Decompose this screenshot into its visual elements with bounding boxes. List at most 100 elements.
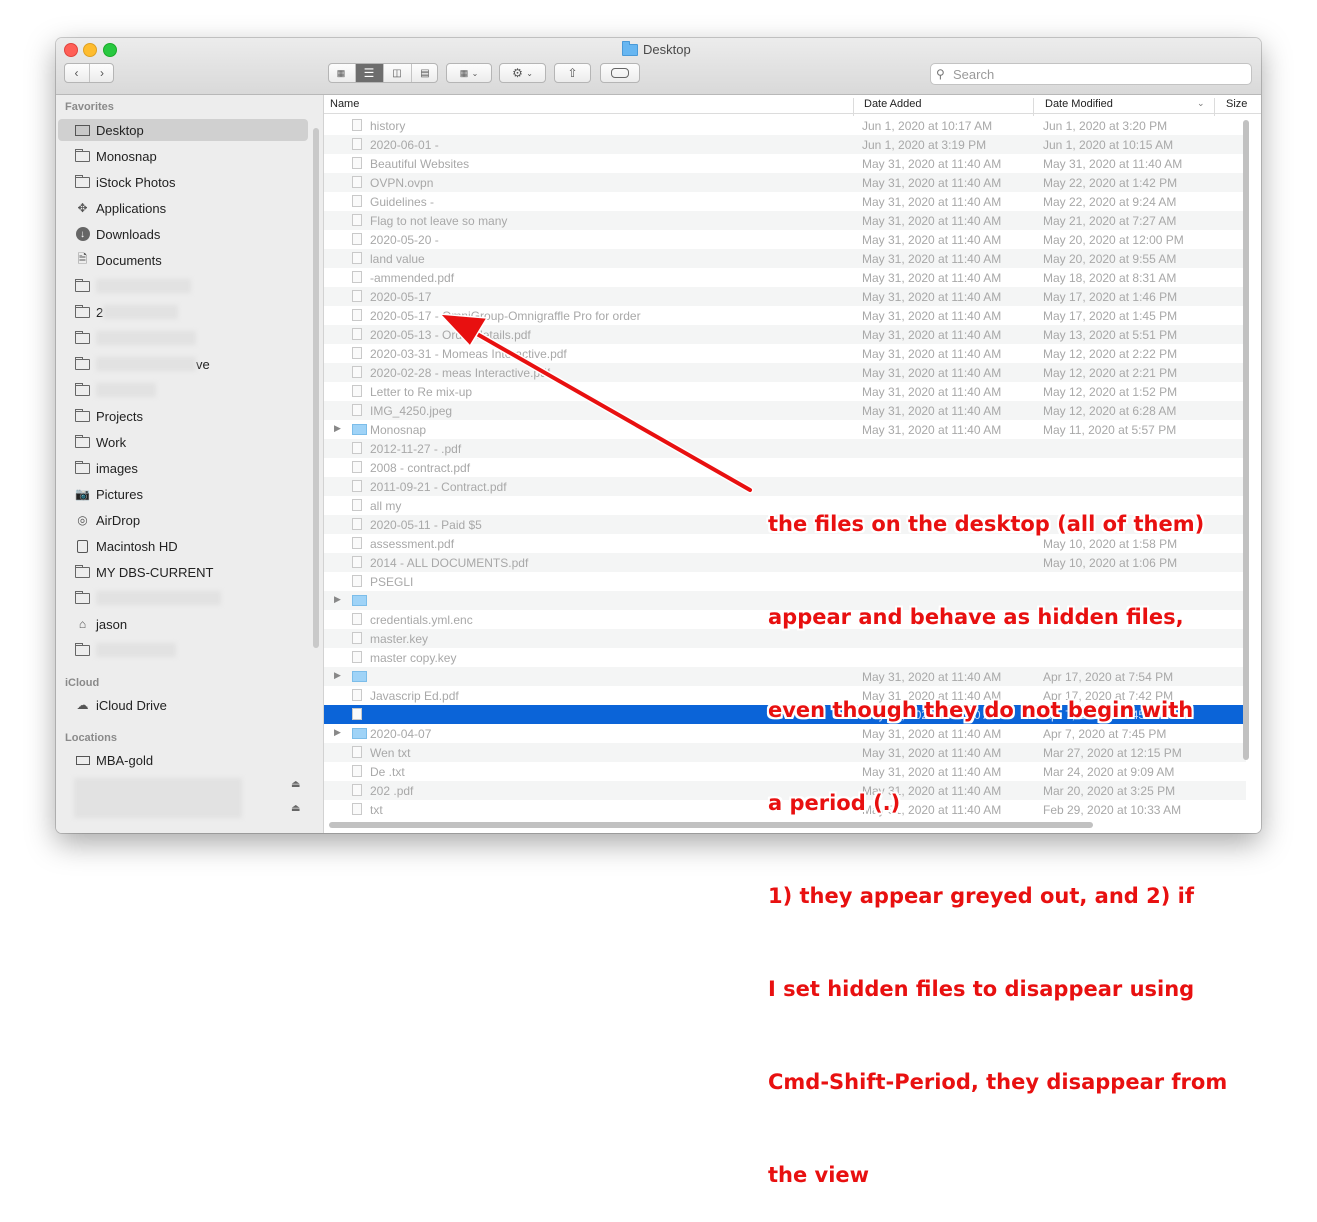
disclosure-triangle-icon[interactable]: ▶ bbox=[334, 670, 341, 681]
search-icon: ⚲ bbox=[936, 67, 945, 81]
list-view-button[interactable]: ☰ bbox=[355, 64, 384, 82]
search-input[interactable] bbox=[953, 66, 1243, 82]
table-row[interactable]: OVPN.ovpn May 31, 2020 at 11:40 AM May 22,… bbox=[324, 173, 1246, 192]
sidebar-item-redacted-7[interactable] bbox=[58, 639, 308, 661]
annotation-line: even though they do not begin with bbox=[768, 698, 1194, 722]
share-button[interactable]: ⇧ bbox=[554, 63, 591, 83]
column-name[interactable]: Name bbox=[330, 98, 359, 110]
column-size[interactable]: Size bbox=[1226, 98, 1247, 110]
sidebar-item-redacted-3[interactable] bbox=[58, 327, 308, 349]
eject-icon[interactable]: ⏏ bbox=[291, 803, 300, 814]
sidebar-item-redacted-locations[interactable]: ⏏ ⏏ bbox=[58, 775, 308, 821]
sidebar-item-pictures[interactable]: 📷 Pictures bbox=[58, 483, 308, 505]
sort-chevron-icon: ⌄ bbox=[1197, 98, 1205, 108]
sidebar-item-label: 2 bbox=[96, 304, 104, 320]
table-row[interactable]: history Jun 1, 2020 at 10:17 AM Jun 1, 202… bbox=[324, 116, 1246, 135]
date-added: May 31, 2020 at 11:40 AM bbox=[862, 195, 1002, 209]
tags-button[interactable] bbox=[600, 63, 640, 83]
sidebar-item-redacted-5[interactable] bbox=[58, 379, 308, 401]
icon-view-button[interactable]: ▦ bbox=[329, 64, 356, 82]
date-added: May 31, 2020 at 11:40 AM bbox=[862, 157, 1002, 171]
disclosure-triangle-icon[interactable]: ▶ bbox=[334, 594, 341, 605]
annotation-line: 1) they appear greyed out, and 2) if bbox=[768, 884, 1194, 908]
sidebar-item-desktop[interactable]: Desktop bbox=[58, 119, 308, 141]
action-button[interactable]: ⚙ ⌄ bbox=[499, 63, 546, 83]
sidebar-item-downloads[interactable]: ↓ Downloads bbox=[58, 223, 308, 245]
table-row[interactable]: 2020-05-20 - May 31, 2020 at 11:40 AM May … bbox=[324, 230, 1246, 249]
date-added: May 31, 2020 at 11:40 AM bbox=[862, 233, 1002, 247]
sidebar-item-istock-photos[interactable]: iStock Photos bbox=[58, 171, 308, 193]
sidebar-item-label: Downloads bbox=[96, 226, 161, 242]
column-date-added[interactable]: Date Added bbox=[864, 98, 922, 110]
annotation-text: the files on the desktop (all of them) a… bbox=[768, 447, 1238, 1222]
search-field[interactable]: ⚲ bbox=[930, 63, 1252, 85]
disclosure-triangle-icon[interactable]: ▶ bbox=[334, 727, 341, 738]
table-row[interactable]: land value May 31, 2020 at 11:40 AM May 20… bbox=[324, 249, 1246, 268]
sidebar-item-label: Pictures bbox=[96, 486, 143, 502]
minimize-button[interactable] bbox=[83, 43, 97, 57]
date-added: May 31, 2020 at 11:40 AM bbox=[862, 366, 1002, 380]
folder-icon bbox=[352, 424, 367, 435]
sidebar-item-jason[interactable]: ⌂ jason bbox=[58, 613, 308, 635]
annotation-line: Cmd-Shift-Period, they disappear from bbox=[768, 1070, 1228, 1094]
cloud-icon: ☁ bbox=[76, 698, 89, 712]
table-row[interactable]: Guidelines - May 31, 2020 at 11:40 AM May … bbox=[324, 192, 1246, 211]
table-row[interactable]: 2020-05-17 - OmniGroup-Omnigraffle Pro f… bbox=[324, 306, 1246, 325]
folder-icon bbox=[352, 728, 367, 739]
sidebar-item-my-dbs-current[interactable]: MY DBS-CURRENT bbox=[58, 561, 308, 583]
sidebar-item-projects[interactable]: Projects bbox=[58, 405, 308, 427]
sidebar-item-documents[interactable]: 🗎 Documents bbox=[58, 249, 308, 271]
table-row[interactable]: 2020-02-28 - meas Interactive.pdf May 31,… bbox=[324, 363, 1246, 382]
column-header: Name Date Added Date Modified ⌄ Size bbox=[324, 95, 1261, 116]
home-icon: ⌂ bbox=[78, 617, 87, 631]
table-row[interactable]: IMG_4250.jpeg May 31, 2020 at 11:40 AM May… bbox=[324, 401, 1246, 420]
sidebar-scrollbar[interactable] bbox=[313, 128, 319, 648]
table-row[interactable]: -ammended.pdf May 31, 2020 at 11:40 AM May… bbox=[324, 268, 1246, 287]
sidebar-item-redacted-2[interactable]: 2 bbox=[58, 301, 308, 323]
table-row[interactable]: Flag to not leave so many May 31, 2020 at… bbox=[324, 211, 1246, 230]
back-button[interactable]: ‹ bbox=[64, 64, 90, 82]
sidebar-item-macintosh-hd[interactable]: Macintosh HD bbox=[58, 535, 308, 557]
sidebar-item-mba-gold[interactable]: MBA-gold bbox=[58, 749, 308, 771]
sidebar-item-redacted-4[interactable]: ve bbox=[58, 353, 308, 375]
sidebar-item-redacted-1[interactable] bbox=[58, 275, 308, 297]
table-row[interactable]: 2020-06-01 - Jun 1, 2020 at 3:19 PM Jun 1… bbox=[324, 135, 1246, 154]
sidebar-item-applications[interactable]: ✥ Applications bbox=[58, 197, 308, 219]
table-row[interactable]: 2020-05-13 - Order details.pdf May 31, 20… bbox=[324, 325, 1246, 344]
table-row[interactable]: ▶ Monosnap May 31, 2020 at 11:40 AM May 11,… bbox=[324, 420, 1246, 439]
zoom-button[interactable] bbox=[103, 43, 117, 57]
document-icon bbox=[352, 290, 362, 302]
file-name: land value bbox=[370, 252, 425, 266]
table-row[interactable]: 2020-03-31 - Momeas Interactive.pdf May 3… bbox=[324, 344, 1246, 363]
column-view-button[interactable]: ◫ bbox=[384, 64, 412, 82]
desktop-icon bbox=[74, 124, 91, 136]
document-icon bbox=[352, 575, 362, 587]
file-name: 2020-02-28 - meas Interactive.pdf bbox=[370, 366, 551, 380]
redacted-label bbox=[96, 643, 176, 657]
downloads-icon: ↓ bbox=[74, 227, 91, 241]
group-by-button[interactable]: ▦ ⌄ bbox=[446, 63, 492, 83]
window-title-text: Desktop bbox=[643, 42, 691, 57]
sidebar-item-redacted-6[interactable] bbox=[58, 587, 308, 609]
sidebar-item-airdrop[interactable]: ◎ AirDrop bbox=[58, 509, 308, 531]
sidebar-item-images[interactable]: images bbox=[58, 457, 308, 479]
forward-button[interactable]: › bbox=[90, 64, 114, 82]
vertical-scrollbar[interactable] bbox=[1243, 120, 1249, 760]
table-row[interactable]: Letter to Re mix-up May 31, 2020 at 11:40… bbox=[324, 382, 1246, 401]
date-added: May 31, 2020 at 11:40 AM bbox=[862, 309, 1002, 323]
eject-icon[interactable]: ⏏ bbox=[291, 779, 300, 790]
close-button[interactable] bbox=[64, 43, 78, 57]
file-name: 2020-06-01 - bbox=[370, 138, 439, 152]
date-added: May 31, 2020 at 11:40 AM bbox=[862, 347, 1002, 361]
disclosure-triangle-icon[interactable]: ▶ bbox=[334, 423, 341, 434]
document-icon bbox=[352, 803, 362, 815]
sidebar-item-label: iStock Photos bbox=[96, 174, 176, 190]
sidebar-item-icloud-drive[interactable]: ☁ iCloud Drive bbox=[58, 694, 308, 716]
column-date-modified[interactable]: Date Modified bbox=[1045, 98, 1113, 110]
table-row[interactable]: 2020-05-17 May 31, 2020 at 11:40 AM May 17… bbox=[324, 287, 1246, 306]
sidebar-item-work[interactable]: Work bbox=[58, 431, 308, 453]
gallery-view-button[interactable]: ▤ bbox=[412, 64, 438, 82]
table-row[interactable]: Beautiful Websites May 31, 2020 at 11:40 … bbox=[324, 154, 1246, 173]
date-modified: May 22, 2020 at 9:24 AM bbox=[1043, 195, 1177, 209]
sidebar-item-monosnap[interactable]: Monosnap bbox=[58, 145, 308, 167]
